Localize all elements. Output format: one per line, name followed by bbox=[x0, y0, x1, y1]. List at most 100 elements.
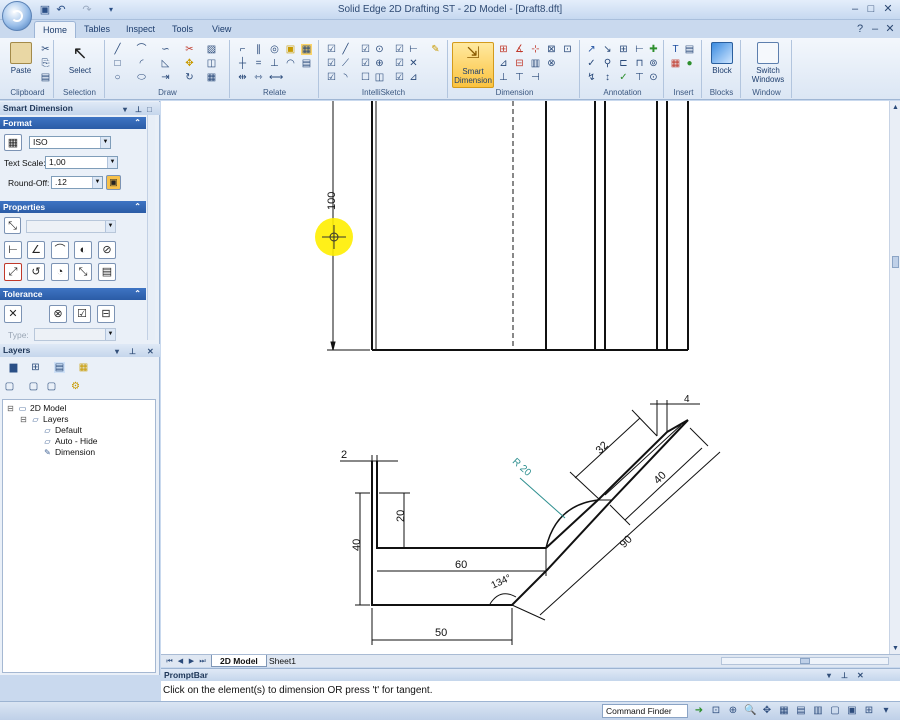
block-button[interactable]: Block bbox=[705, 42, 739, 84]
circle-dimension-icon[interactable]: ◔ bbox=[51, 263, 69, 281]
connect-icon[interactable]: ⌐ bbox=[237, 44, 248, 55]
minimize-button[interactable]: – bbox=[848, 2, 862, 16]
sheet-tab-2d-model[interactable]: 2D Model bbox=[211, 655, 267, 667]
drawing-sheet[interactable]: 100 2 20 40 60 50 134° R 20 32 4 40 90 bbox=[161, 101, 889, 654]
layer-list-icon[interactable]: ▤ bbox=[54, 362, 65, 373]
intellisketch-check9-icon[interactable]: ☑ bbox=[394, 72, 405, 83]
tangent-icon[interactable]: ◠ bbox=[285, 58, 296, 69]
prev-sheet-icon[interactable]: ◀ bbox=[175, 656, 186, 667]
dimension-standard-select[interactable]: ISO ▼ bbox=[29, 136, 111, 149]
arc-dimension-icon[interactable]: ↺ bbox=[27, 263, 45, 281]
tab-home[interactable]: Home bbox=[34, 21, 77, 38]
new-layer-icon[interactable]: ▆ bbox=[8, 362, 19, 373]
curve-icon[interactable]: ∽ bbox=[160, 44, 171, 55]
command-finder-go-icon[interactable]: ➜ bbox=[693, 705, 705, 717]
intellisketch-check7-icon[interactable]: ☑ bbox=[326, 72, 337, 83]
paste-button[interactable]: Paste bbox=[4, 42, 38, 84]
tab-tables[interactable]: Tables bbox=[76, 21, 118, 38]
dim-text-4[interactable]: 4 bbox=[684, 394, 690, 405]
first-sheet-icon[interactable]: ⏮ bbox=[164, 656, 175, 667]
intellisketch-check1-icon[interactable]: ☑ bbox=[326, 44, 337, 55]
arc-length-icon[interactable]: ⌒ bbox=[51, 241, 69, 259]
show-layer-icon[interactable]: ▢ bbox=[4, 381, 15, 392]
symmetric-diameter-icon[interactable]: ⊠ bbox=[546, 44, 557, 55]
offset-icon[interactable]: ▨ bbox=[206, 44, 217, 55]
horizontal-vertical-icon[interactable]: ┼ bbox=[237, 58, 248, 69]
perpendicular-icon[interactable]: ⊥ bbox=[269, 58, 280, 69]
circle-icon[interactable]: ○ bbox=[112, 72, 123, 83]
lock-layer-icon[interactable]: ▢ bbox=[46, 381, 57, 392]
bolt-hole-circle-icon[interactable]: ⊤ bbox=[634, 72, 645, 83]
datum-frame-icon[interactable]: ⊓ bbox=[634, 58, 645, 69]
radius-dimension-icon[interactable]: ◐ bbox=[74, 241, 92, 259]
dim-text-50[interactable]: 50 bbox=[435, 627, 447, 639]
surface-texture-icon[interactable]: ✓ bbox=[586, 58, 597, 69]
maintain-relationships-icon[interactable]: ⟷ bbox=[269, 72, 283, 83]
zoom-icon[interactable]: 🔍 bbox=[744, 705, 756, 717]
grid-icon[interactable]: ▣ bbox=[846, 705, 858, 717]
dimension-axis-icon[interactable]: ⊥ bbox=[498, 72, 509, 83]
intellisketch-check5-icon[interactable]: ☑ bbox=[360, 58, 371, 69]
horizontal-scrollbar-thumb[interactable] bbox=[800, 658, 810, 664]
line-icon[interactable]: ╱ bbox=[112, 44, 123, 55]
move-icon[interactable]: ✥ bbox=[184, 58, 195, 69]
intersection-icon[interactable]: ✕ bbox=[408, 58, 419, 69]
tolerance-none-icon[interactable]: ✕ bbox=[4, 305, 22, 323]
leader-icon[interactable]: ↘ bbox=[602, 44, 613, 55]
dim-text-100[interactable]: 100 bbox=[326, 192, 338, 210]
dimension-align-icon[interactable]: ⊣ bbox=[530, 72, 541, 83]
2d-model-icon[interactable]: ▢ bbox=[829, 705, 841, 717]
chamfer-dim-icon[interactable]: ⤢ bbox=[4, 263, 22, 281]
cross-hatch-icon[interactable]: ✚ bbox=[648, 44, 659, 55]
tolerance-plus-minus-icon[interactable]: ⊗ bbox=[49, 305, 67, 323]
scrollbar-thumb[interactable] bbox=[892, 256, 899, 268]
angle-between-icon[interactable]: ∡ bbox=[514, 44, 525, 55]
intellisketch-check8-icon[interactable]: ☐ bbox=[360, 72, 371, 83]
round-off-select[interactable]: .12 ▼ bbox=[51, 176, 103, 189]
weld-symbol-icon[interactable]: ⚲ bbox=[602, 58, 613, 69]
tab-tools[interactable]: Tools bbox=[164, 21, 201, 38]
dim-text-2[interactable]: 2 bbox=[341, 449, 347, 461]
tolerance-section-header[interactable]: Tolerance ⌃ bbox=[0, 288, 146, 300]
scroll-up-icon[interactable]: ▲ bbox=[890, 102, 900, 113]
canvas-vertical-scrollbar[interactable]: ▲ ▼ bbox=[889, 101, 900, 667]
select-button[interactable]: ↖ Select bbox=[63, 42, 97, 84]
panel-menu-icon[interactable]: ▾ bbox=[123, 103, 127, 116]
layer-properties-icon[interactable]: ⊞ bbox=[30, 362, 41, 373]
sheet-tab-sheet1[interactable]: Sheet1 bbox=[261, 655, 304, 667]
ellipse-icon[interactable]: ⬭ bbox=[136, 72, 147, 83]
pan-icon[interactable]: ✥ bbox=[761, 705, 773, 717]
rotate-icon[interactable]: ↻ bbox=[184, 72, 195, 83]
extend-icon[interactable]: ⇥ bbox=[160, 72, 171, 83]
slope-dimension-icon[interactable]: ⤡ bbox=[74, 263, 92, 281]
retrieve-dimensions-icon[interactable]: ⊗ bbox=[546, 58, 557, 69]
layer-color-icon[interactable]: ▦ bbox=[78, 362, 89, 373]
dim-90-line[interactable] bbox=[539, 451, 721, 616]
arc-icon[interactable]: ⌒ bbox=[136, 44, 147, 55]
tree-item-dimension[interactable]: ✎ Dimension bbox=[43, 447, 95, 457]
intellisketch-check4-icon[interactable]: ☑ bbox=[326, 58, 337, 69]
quadrant-icon[interactable]: ⊕ bbox=[374, 58, 385, 69]
text-icon[interactable]: T bbox=[670, 44, 681, 55]
equal-icon[interactable]: = bbox=[253, 58, 264, 69]
on-element-icon[interactable]: ⟋ bbox=[340, 58, 351, 69]
midpoint-icon[interactable]: ⊢ bbox=[408, 44, 419, 55]
delete-layer-icon[interactable]: ⚙ bbox=[70, 381, 81, 392]
center-mark-icon[interactable]: ✓ bbox=[618, 72, 629, 83]
panel-close-icon[interactable]: ✕ bbox=[857, 670, 864, 682]
statusbar-more-icon[interactable]: ▾ bbox=[880, 705, 892, 717]
lock-icon[interactable]: ▣ bbox=[106, 175, 121, 190]
snap-icon[interactable]: ⊞ bbox=[863, 705, 875, 717]
smart-dimension-button[interactable]: ⇲ Smart Dimension bbox=[452, 42, 494, 88]
pattern-icon[interactable]: ▦ bbox=[206, 72, 217, 83]
symmetric-icon[interactable]: ⇹ bbox=[237, 72, 248, 83]
panel-pin-icon[interactable]: ⊥ bbox=[129, 345, 136, 358]
panel-scrollbar[interactable] bbox=[147, 115, 155, 340]
tolerance-class-icon[interactable]: ⊟ bbox=[97, 305, 115, 323]
dim-text-32[interactable]: 32 bbox=[594, 439, 611, 456]
fit-view-icon[interactable]: ⊡ bbox=[710, 705, 722, 717]
chamfer-icon[interactable]: ◺ bbox=[160, 58, 171, 69]
intellisketch-check3-icon[interactable]: ☑ bbox=[394, 44, 405, 55]
ribbon-close-button[interactable]: ✕ bbox=[883, 22, 897, 36]
working-sheet-icon[interactable]: ▥ bbox=[812, 705, 824, 717]
